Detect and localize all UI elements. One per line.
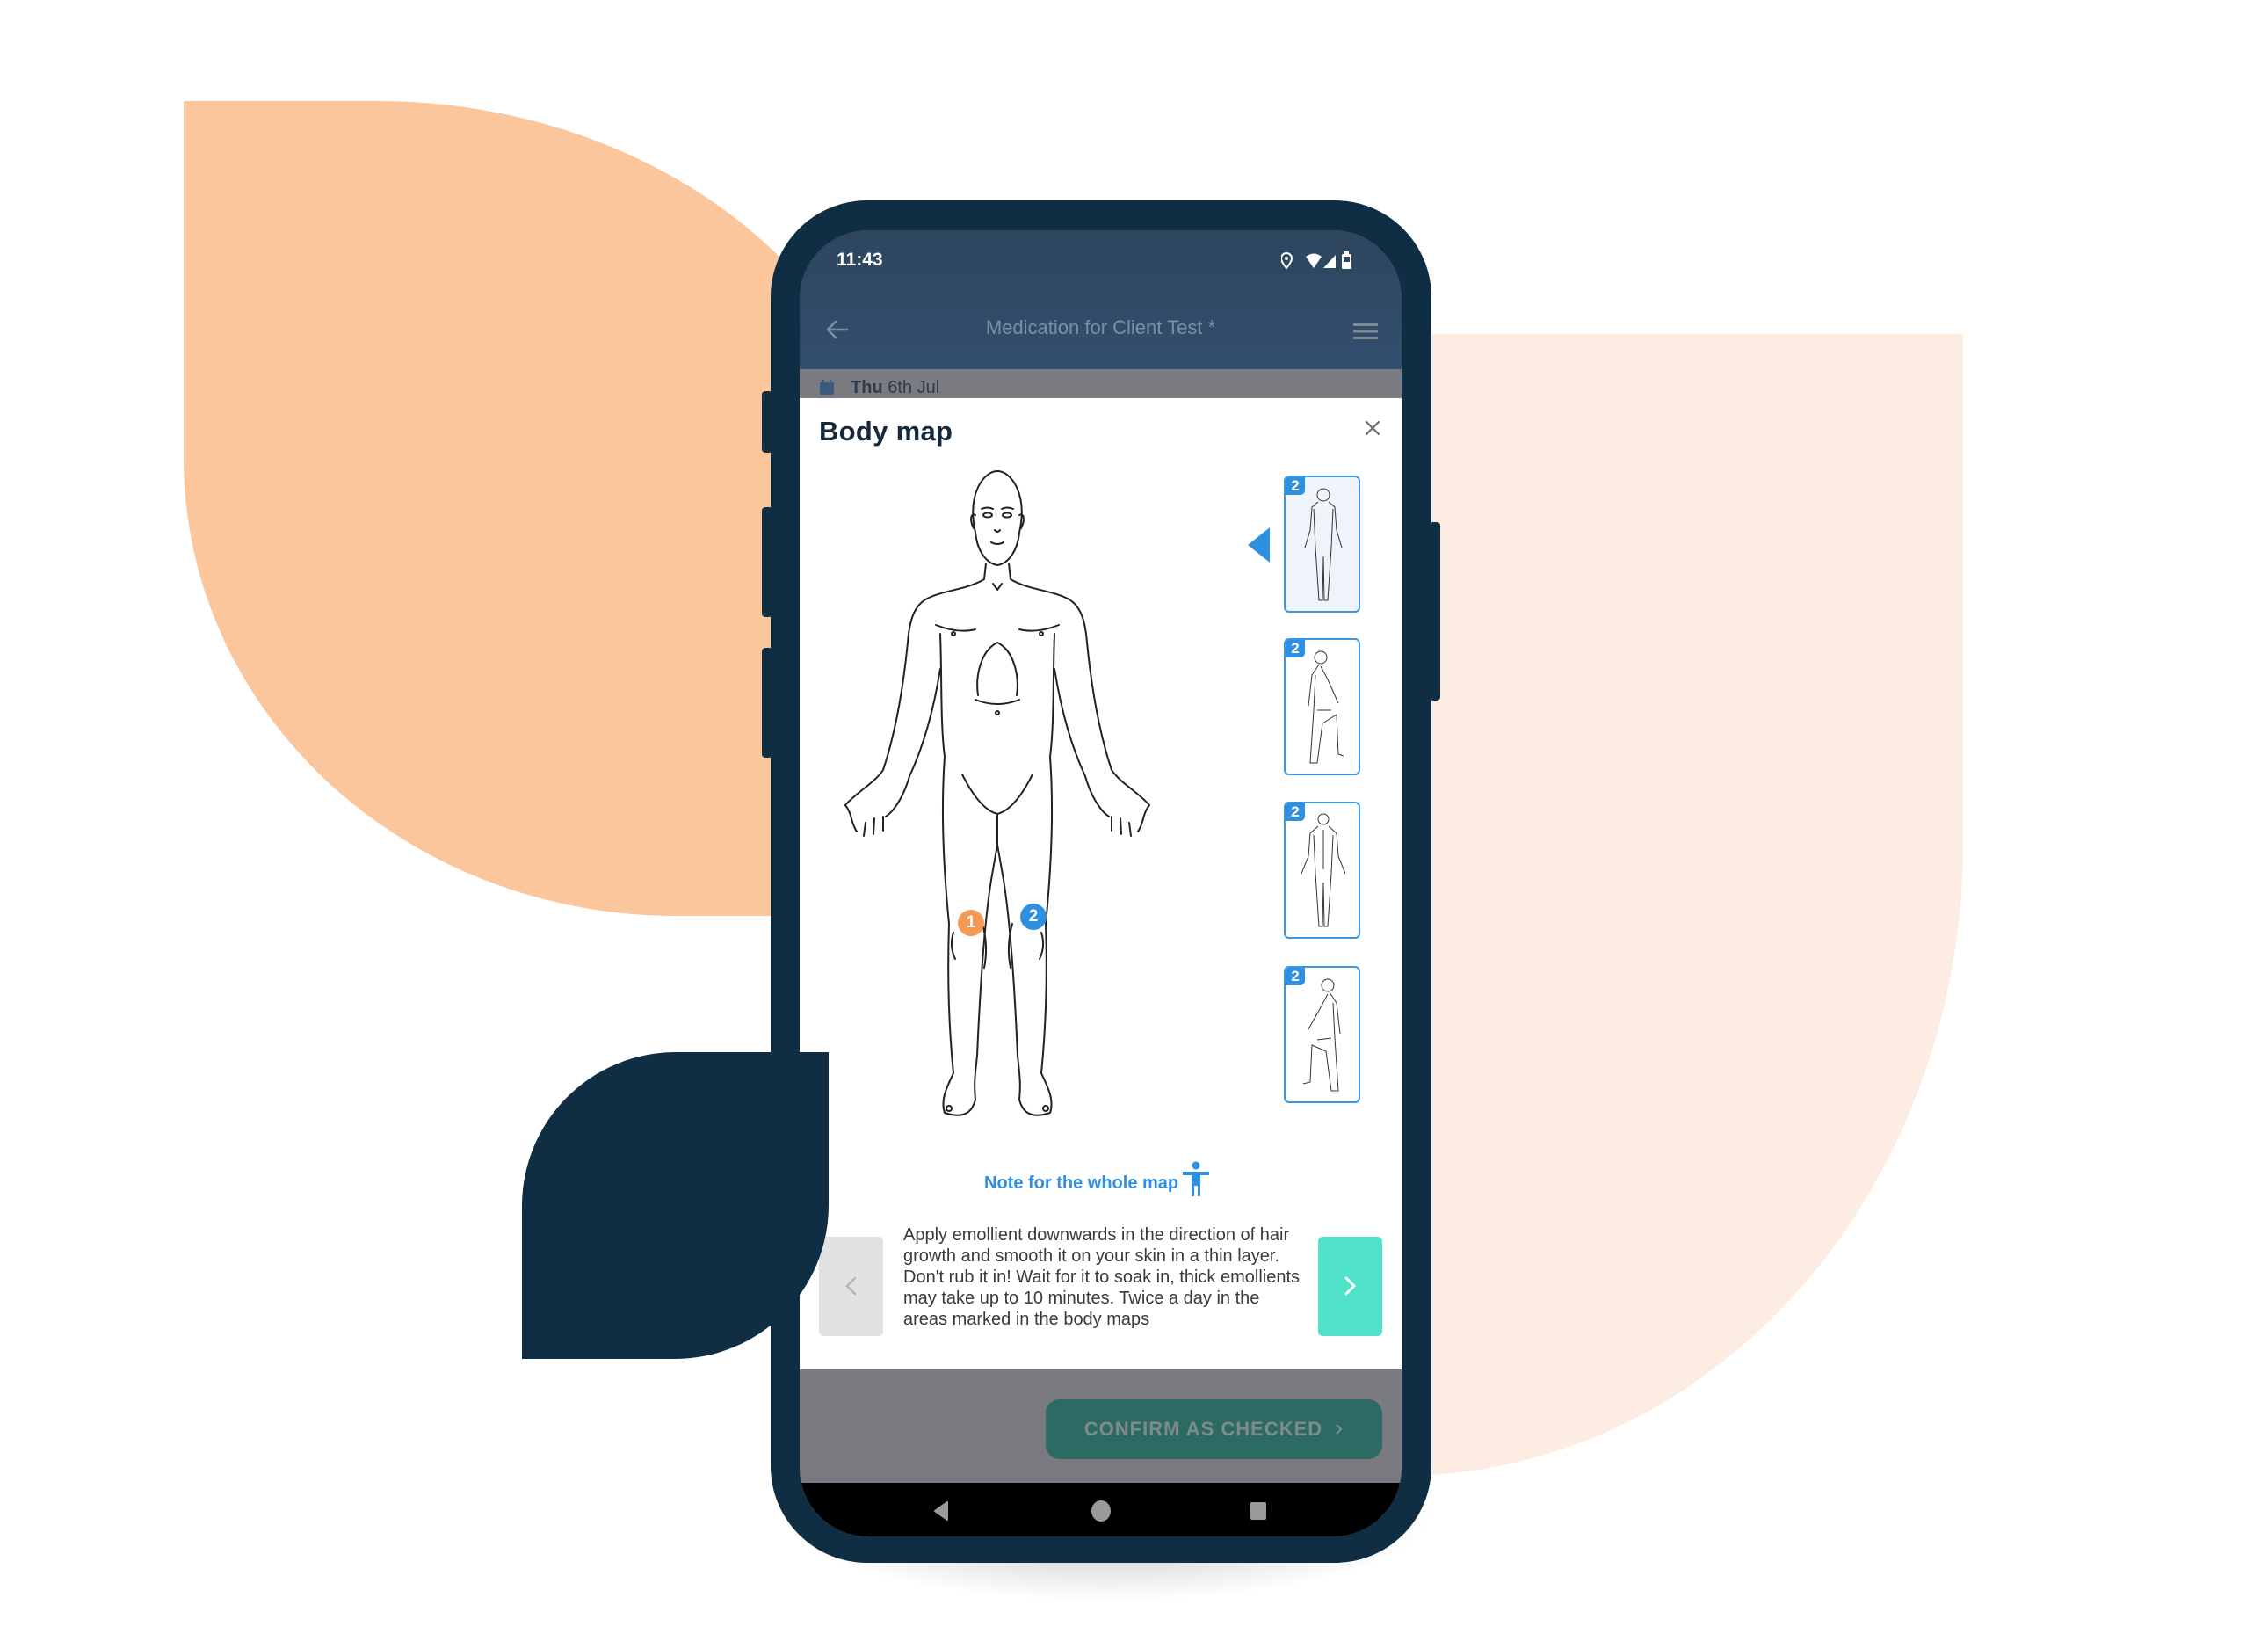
background-peach-shape — [1388, 334, 1963, 1476]
body-marker-1[interactable]: 1 — [958, 910, 984, 936]
body-figure-front[interactable] — [835, 467, 1160, 1130]
chevron-left-icon — [845, 1276, 857, 1296]
location-icon — [1279, 251, 1293, 270]
hamburger-menu-icon[interactable] — [1353, 322, 1378, 341]
note-text: Apply emollient downwards in the directi… — [903, 1225, 1301, 1329]
note-for-whole-map-label[interactable]: Note for the whole map — [984, 1173, 1178, 1194]
confirm-label: CONFIRM AS CHECKED — [1083, 1418, 1323, 1440]
back-figure-icon — [1301, 813, 1346, 927]
status-icons — [1279, 250, 1378, 272]
footer-bar: CONFIRM AS CHECKED — [800, 1369, 1402, 1483]
thumbnail-count-badge: 2 — [1286, 968, 1305, 985]
date-text: Thu 6th Jul — [851, 378, 939, 398]
body-map-modal: Body map 1 2 2 2 2 2 Note for the whole … — [800, 398, 1402, 1369]
next-note-button[interactable] — [1318, 1237, 1382, 1336]
signal-icon — [1323, 255, 1336, 268]
battery-icon — [1342, 251, 1351, 269]
close-icon[interactable] — [1362, 418, 1383, 439]
thumbnail-count-badge: 2 — [1286, 640, 1305, 657]
background-dark-leaf-shape — [522, 1052, 829, 1359]
back-triangle-icon[interactable] — [931, 1500, 951, 1522]
recents-square-icon[interactable] — [1249, 1501, 1268, 1521]
wifi-icon — [1306, 253, 1322, 268]
chevron-right-icon — [1344, 1276, 1357, 1296]
thumbnail-side-left-view[interactable]: 2 — [1284, 638, 1360, 775]
system-nav-bar — [800, 1483, 1402, 1536]
phone-screen: 11:43 Medication for Client Test * Thu 6… — [800, 230, 1402, 1536]
home-circle-icon[interactable] — [1090, 1500, 1112, 1522]
date-value: 6th Jul — [888, 378, 940, 397]
selected-view-arrow-icon — [1248, 527, 1270, 563]
previous-note-button[interactable] — [819, 1237, 883, 1336]
thumbnail-front-view[interactable]: 2 — [1284, 476, 1360, 613]
chevron-right-icon — [1336, 1424, 1343, 1435]
status-time: 11:43 — [837, 250, 883, 270]
accessibility-person-icon[interactable] — [1181, 1161, 1211, 1198]
calendar-icon — [819, 380, 835, 396]
date-day: Thu — [851, 378, 883, 397]
front-figure-icon — [1304, 488, 1343, 601]
thumbnail-count-badge: 2 — [1286, 477, 1305, 495]
modal-title: Body map — [819, 416, 953, 447]
side-figure-icon — [1308, 650, 1344, 764]
side-figure-icon — [1302, 978, 1341, 1092]
thumbnail-side-right-view[interactable]: 2 — [1284, 966, 1360, 1103]
confirm-as-checked-button[interactable]: CONFIRM AS CHECKED — [1046, 1399, 1382, 1459]
thumbnail-count-badge: 2 — [1286, 803, 1305, 821]
body-marker-2[interactable]: 2 — [1020, 904, 1047, 930]
thumbnail-back-view[interactable]: 2 — [1284, 802, 1360, 939]
app-title: Medication for Client Test * — [985, 316, 1216, 338]
app-bar: 11:43 Medication for Client Test * — [800, 230, 1402, 369]
